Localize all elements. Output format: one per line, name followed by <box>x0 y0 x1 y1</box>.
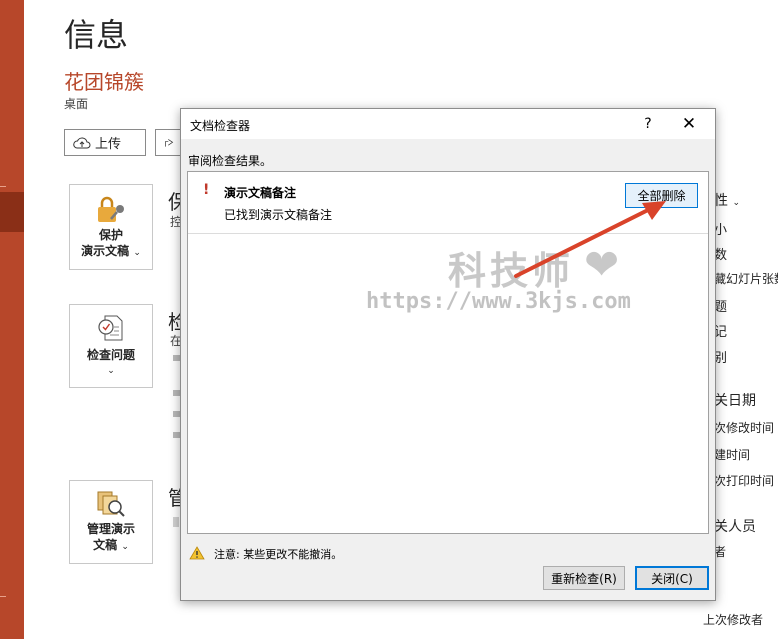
annotation-arrow <box>514 201 666 278</box>
